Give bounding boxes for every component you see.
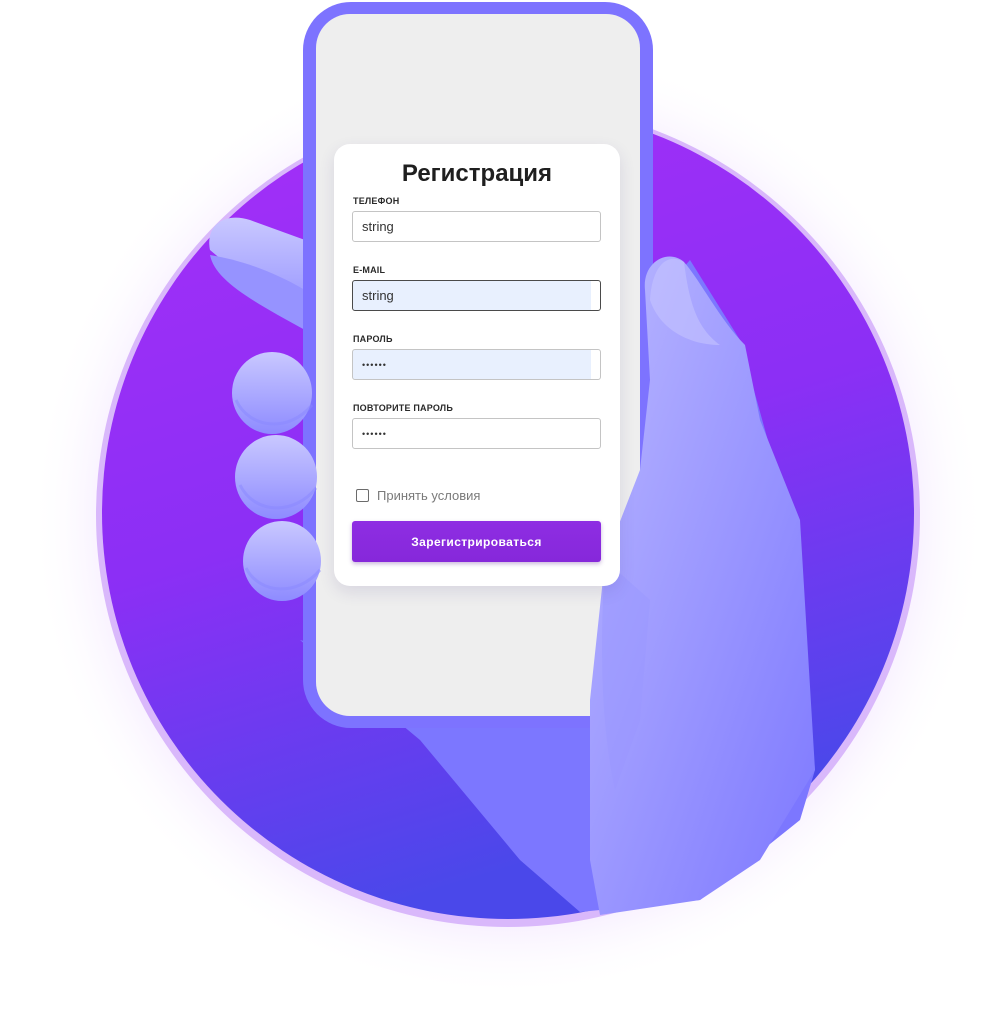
phone-field[interactable] xyxy=(352,211,601,242)
repeat-password-label: ПОВТОРИТЕ ПАРОЛЬ xyxy=(353,403,453,413)
register-button[interactable]: Зарегистрироваться xyxy=(352,521,601,562)
email-field[interactable] xyxy=(352,280,601,311)
page-title: Регистрация xyxy=(401,160,553,187)
terms-label[interactable]: Принять условия xyxy=(377,488,480,503)
registration-card: Регистрация ТЕЛЕФОН E-MAIL ПАРОЛЬ ПОВТОР… xyxy=(334,144,620,586)
terms-row[interactable]: Принять условия xyxy=(356,488,480,503)
password-field[interactable] xyxy=(352,349,601,380)
illustration-stage: Регистрация ТЕЛЕФОН E-MAIL ПАРОЛЬ ПОВТОР… xyxy=(0,0,986,1019)
checkbox-icon[interactable] xyxy=(356,489,369,502)
phone-label: ТЕЛЕФОН xyxy=(353,196,400,206)
left-fingertips xyxy=(232,352,322,601)
repeat-password-field[interactable] xyxy=(352,418,601,449)
email-label: E-MAIL xyxy=(353,265,386,275)
password-label: ПАРОЛЬ xyxy=(353,334,393,344)
